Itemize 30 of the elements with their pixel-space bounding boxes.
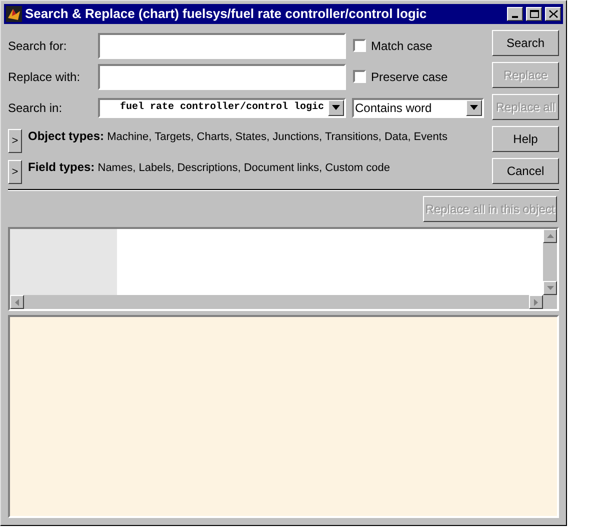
type-list-text: Field types: Names, Labels, Descriptions, Document links, Custom code — [28, 159, 390, 176]
dialog-button[interactable]: Search — [492, 30, 559, 56]
app-icon — [6, 6, 22, 22]
text-field[interactable] — [98, 64, 346, 90]
field-label: Search in: — [8, 100, 64, 116]
minimize-icon[interactable] — [507, 7, 523, 21]
scroll-down-icon[interactable] — [543, 281, 557, 295]
dialog-button[interactable]: Cancel — [492, 158, 559, 184]
expand-button[interactable]: > — [8, 129, 22, 153]
checkbox[interactable] — [353, 70, 366, 83]
checkbox-label: Preserve case — [371, 68, 448, 86]
close-icon[interactable] — [545, 7, 561, 21]
vertical-scrollbar[interactable] — [543, 229, 557, 295]
window-title: Search & Replace (chart) fuelsys/fuel rate controller/control logic — [25, 5, 428, 24]
scrollbar-corner — [543, 295, 557, 309]
horizontal-scrollbar[interactable] — [10, 295, 543, 309]
expand-button[interactable]: > — [8, 160, 22, 184]
scroll-right-icon[interactable] — [529, 295, 543, 309]
type-list-text: Object types: Machine, Targets, Charts, States, Junctions, Transitions, Data, Events — [28, 128, 448, 145]
maximize-icon[interactable] — [526, 7, 542, 21]
dialog-button[interactable]: Help — [492, 126, 559, 152]
match-mode-dropdown[interactable]: Contains word — [352, 98, 484, 118]
checkbox-label: Match case — [371, 38, 432, 54]
search-in-dropdown[interactable]: fuel rate controller/control logic — [98, 98, 346, 118]
checkbox[interactable] — [353, 39, 366, 52]
field-label: Search for: — [8, 38, 68, 54]
text-field[interactable] — [98, 32, 346, 58]
field-label: Replace with: — [8, 68, 82, 86]
scroll-up-icon[interactable] — [543, 229, 557, 243]
scroll-left-icon[interactable] — [10, 295, 24, 309]
